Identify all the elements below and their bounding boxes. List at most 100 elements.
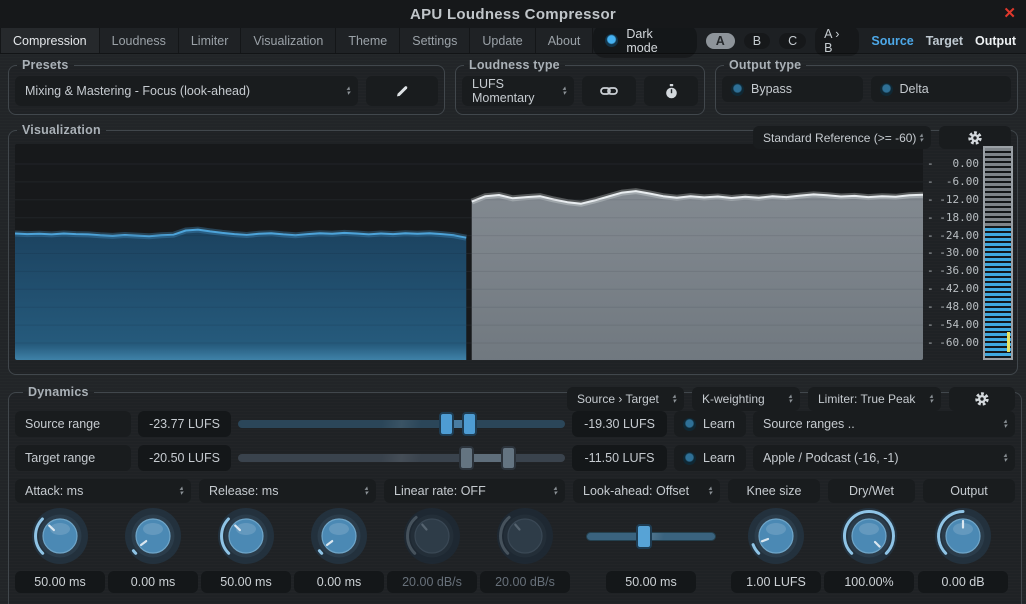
link-channels-button[interactable] <box>582 76 636 106</box>
release-knob-1-cell: 50.00 ms <box>201 507 291 593</box>
lookahead-slider[interactable] <box>586 507 716 565</box>
target-range-handle-low[interactable] <box>459 446 474 470</box>
attack-mode-select[interactable]: Attack: ms ▴▾ <box>15 479 191 503</box>
dynamics-settings-button[interactable] <box>949 387 1015 411</box>
limiter-select[interactable]: Limiter: True Peak ▴▾ <box>808 387 941 411</box>
scale-tick: --12.00 <box>923 193 981 206</box>
mode-select[interactable]: Source › Target ▴▾ <box>567 387 684 411</box>
target-learn-button[interactable]: Learn <box>674 445 746 471</box>
release-knob-1-value[interactable]: 50.00 ms <box>201 571 291 593</box>
release-mode-label: Release: ms <box>209 484 278 498</box>
slot-c-button[interactable]: C <box>779 33 806 49</box>
reference-select[interactable]: Standard Reference (>= -60) ▴▾ <box>753 126 931 149</box>
lookahead-value[interactable]: 50.00 ms <box>606 571 696 593</box>
learn-radio-icon <box>683 418 696 431</box>
scale-tick: --42.00 <box>923 282 981 295</box>
preset-select[interactable]: Mixing & Mastering - Focus (look-ahead) … <box>15 76 358 106</box>
loudness-chart[interactable] <box>15 144 923 360</box>
scale-tick: --36.00 <box>923 264 981 277</box>
loudness-type-select[interactable]: LUFS Momentary ▴▾ <box>462 76 574 106</box>
linear-rate-select[interactable]: Linear rate: OFF ▴▾ <box>384 479 565 503</box>
attack-knob-2-value[interactable]: 0.00 ms <box>108 571 198 593</box>
lookahead-slider-handle[interactable] <box>636 524 652 549</box>
tab-theme[interactable]: Theme <box>336 28 400 53</box>
bypass-toggle[interactable]: Bypass <box>722 76 863 102</box>
knee-size-knob-value[interactable]: 1.00 LUFS <box>731 571 821 593</box>
dry-wet-knob-cell: 100.00% <box>824 507 914 593</box>
top-row: Presets Mixing & Mastering - Focus (look… <box>8 58 1018 115</box>
lookahead-cell: 50.00 ms <box>586 507 716 593</box>
linear-rate-knob-2[interactable] <box>496 507 554 565</box>
loudness-type-legend: Loudness type <box>464 58 565 72</box>
meter-upper-segments <box>985 148 1011 228</box>
target-range-slider[interactable] <box>238 445 565 471</box>
tab-update[interactable]: Update <box>470 28 535 53</box>
bypass-label: Bypass <box>751 82 792 96</box>
view-output-toggle[interactable]: Output <box>975 34 1016 48</box>
target-range-label[interactable]: Target range <box>15 445 131 471</box>
delta-toggle[interactable]: Delta <box>871 76 1012 102</box>
slot-a-button[interactable]: A <box>706 33 735 49</box>
knee-size-knob[interactable] <box>747 507 805 565</box>
attack-knob-1[interactable] <box>31 507 89 565</box>
close-icon[interactable]: ✕ <box>1003 4 1016 22</box>
view-target-toggle[interactable]: Target <box>926 34 963 48</box>
lookahead-mode-select[interactable]: Look-ahead: Offset ▴▾ <box>573 479 720 503</box>
view-source-toggle[interactable]: Source <box>871 34 913 48</box>
window-title: APU Loudness Compressor <box>410 6 616 23</box>
scale-tick: -0.00 <box>923 157 981 170</box>
dark-mode-toggle[interactable]: Dark mode <box>593 24 696 58</box>
dynamics-section: Dynamics Source › Target ▴▾ K-weighting … <box>8 385 1022 604</box>
tab-visualization[interactable]: Visualization <box>241 28 336 53</box>
dropdown-arrows-icon: ▴▾ <box>1003 419 1007 429</box>
output-knob[interactable] <box>934 507 992 565</box>
release-knob-2[interactable] <box>310 507 368 565</box>
weighting-select[interactable]: K-weighting ▴▾ <box>692 387 800 411</box>
source-range-label[interactable]: Source range <box>15 411 131 437</box>
copy-a-to-b-button[interactable]: A › B <box>815 26 859 56</box>
target-range-row: Target range -20.50 LUFS -11.50 LUFS Lea… <box>15 445 1015 471</box>
plugin-window: APU Loudness Compressor ✕ Compression Lo… <box>0 0 1026 604</box>
source-measured-value[interactable]: -19.30 LUFS <box>572 411 667 437</box>
link-icon <box>600 85 618 97</box>
level-meter <box>983 146 1013 360</box>
dropdown-arrows-icon: ▴▾ <box>929 394 933 404</box>
source-range-handle-high[interactable] <box>462 412 477 436</box>
tab-loudness[interactable]: Loudness <box>100 28 179 53</box>
edit-preset-button[interactable] <box>366 76 438 106</box>
target-preset-select[interactable]: Apple / Podcast (-16, -1) ▴▾ <box>753 445 1015 471</box>
title-bar: APU Loudness Compressor ✕ <box>0 0 1026 28</box>
slot-b-button[interactable]: B <box>744 33 770 49</box>
release-mode-select[interactable]: Release: ms ▴▾ <box>199 479 376 503</box>
delta-radio-icon <box>880 83 893 96</box>
release-knob-1[interactable] <box>217 507 275 565</box>
meter-peak-marker <box>1007 332 1010 352</box>
slider-track[interactable] <box>238 420 565 428</box>
scale-tick: --54.00 <box>923 318 981 331</box>
lookahead-mode-label: Look-ahead: Offset <box>583 484 689 498</box>
source-range-handle-low[interactable] <box>439 412 454 436</box>
dry-wet-knob-value[interactable]: 100.00% <box>824 571 914 593</box>
source-ranges-select[interactable]: Source ranges .. ▴▾ <box>753 411 1015 437</box>
timing-button[interactable] <box>644 76 698 106</box>
linear-rate-knob-1[interactable] <box>403 507 461 565</box>
dry-wet-knob[interactable] <box>840 507 898 565</box>
tab-settings[interactable]: Settings <box>400 28 470 53</box>
source-learn-button[interactable]: Learn <box>674 411 746 437</box>
target-range-value[interactable]: -20.50 LUFS <box>138 445 231 471</box>
attack-knob-2[interactable] <box>124 507 182 565</box>
mode-selected: Source › Target <box>577 392 659 406</box>
tab-about[interactable]: About <box>536 28 594 53</box>
output-knob-value[interactable]: 0.00 dB <box>918 571 1008 593</box>
release-knob-2-value[interactable]: 0.00 ms <box>294 571 384 593</box>
loudness-type-selected: LUFS Momentary <box>472 77 562 105</box>
target-range-handle-high[interactable] <box>501 446 516 470</box>
target-measured-value[interactable]: -11.50 LUFS <box>572 445 667 471</box>
tab-limiter[interactable]: Limiter <box>179 28 242 53</box>
tab-compression[interactable]: Compression <box>0 28 100 53</box>
scale-tick: --6.00 <box>923 175 981 188</box>
source-range-value[interactable]: -23.77 LUFS <box>138 411 231 437</box>
source-range-slider[interactable] <box>238 411 565 437</box>
attack-knob-1-value[interactable]: 50.00 ms <box>15 571 105 593</box>
dropdown-arrows-icon: ▴▾ <box>179 486 183 496</box>
